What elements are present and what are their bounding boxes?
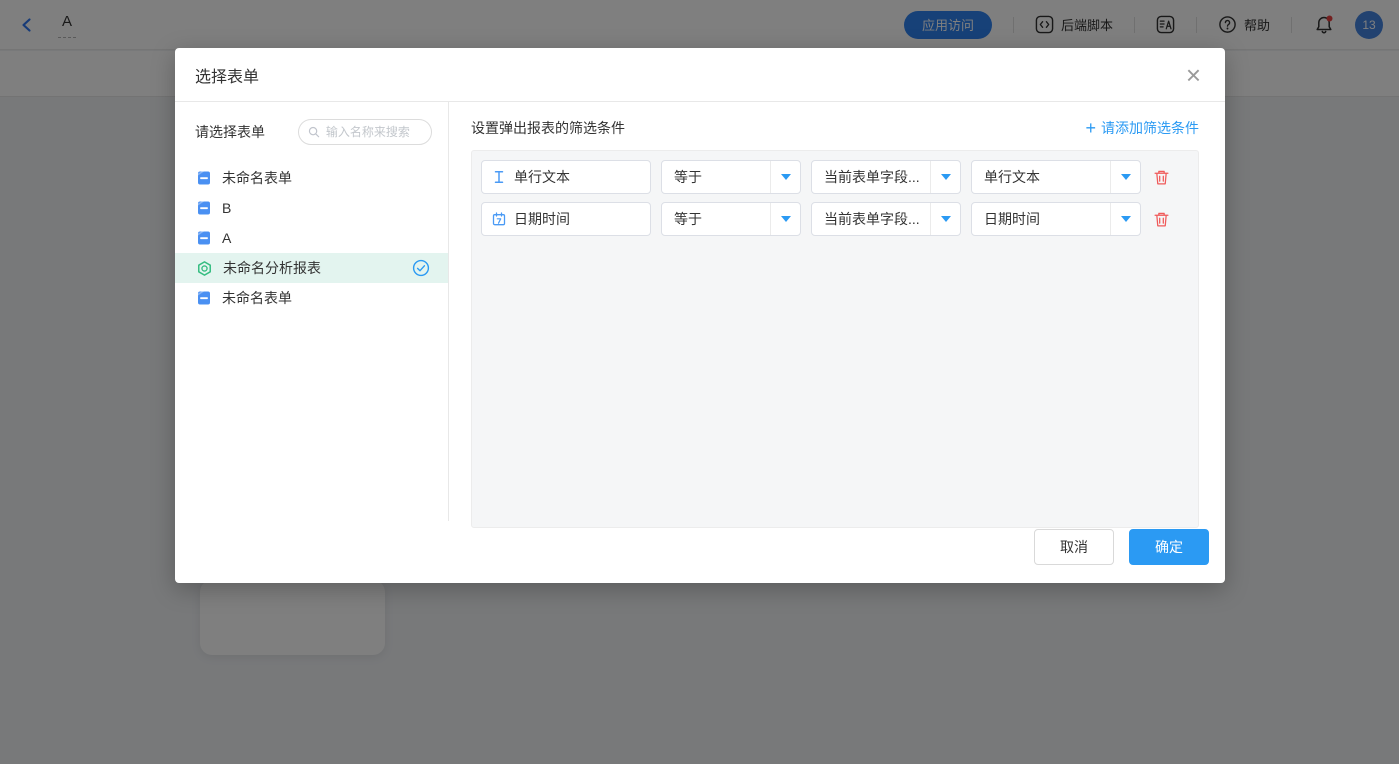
- trash-icon: [1153, 169, 1170, 186]
- list-item-form[interactable]: 未命名表单: [175, 163, 448, 193]
- sidebar-label: 请选择表单: [195, 122, 265, 142]
- source-value: 当前表单字段...: [824, 209, 920, 229]
- caret-down-icon: [941, 216, 951, 222]
- operator-dropdown[interactable]: 等于: [661, 160, 801, 194]
- list-item-label: 未命名表单: [222, 288, 292, 308]
- conditions-panel: 单行文本 等于 当前表单字段... 单行文本: [471, 150, 1199, 528]
- value-dropdown[interactable]: 日期时间: [971, 202, 1141, 236]
- form-icon: [196, 200, 212, 216]
- search-input[interactable]: [326, 125, 423, 139]
- field-label: 日期时间: [514, 209, 570, 229]
- operator-dropdown[interactable]: 等于: [661, 202, 801, 236]
- list-item-report-selected[interactable]: 未命名分析报表: [175, 253, 448, 283]
- source-value: 当前表单字段...: [824, 167, 920, 187]
- plus-icon: +: [1085, 121, 1096, 135]
- close-icon[interactable]: ×: [1186, 65, 1201, 85]
- caret-down-icon: [781, 216, 791, 222]
- form-list: 未命名表单 B A: [175, 163, 448, 313]
- list-item-form[interactable]: B: [175, 193, 448, 223]
- caret-down-icon: [941, 174, 951, 180]
- trash-icon: [1153, 211, 1170, 228]
- caret-down-icon: [1121, 174, 1131, 180]
- condition-row: 单行文本 等于 当前表单字段... 单行文本: [481, 160, 1189, 194]
- modal-header: 选择表单 ×: [175, 48, 1225, 102]
- dropdown-caret: [770, 203, 800, 235]
- search-box[interactable]: [298, 119, 432, 145]
- operator-value: 等于: [674, 167, 702, 187]
- delete-condition-button[interactable]: [1151, 209, 1172, 230]
- field-label: 单行文本: [514, 167, 570, 187]
- selected-check-icon: [412, 259, 430, 277]
- dropdown-caret: [930, 203, 960, 235]
- form-icon: [196, 230, 212, 246]
- list-item-label: A: [222, 230, 231, 246]
- source-dropdown[interactable]: 当前表单字段...: [811, 160, 961, 194]
- form-icon: [196, 290, 212, 306]
- list-item-form[interactable]: A: [175, 223, 448, 253]
- search-icon: [308, 125, 320, 139]
- panel-title: 设置弹出报表的筛选条件: [471, 118, 625, 138]
- add-filter-label: 请添加筛选条件: [1101, 118, 1199, 138]
- list-item-label: 未命名分析报表: [223, 258, 321, 278]
- field-input[interactable]: 单行文本: [481, 160, 651, 194]
- calendar-icon: [492, 212, 506, 226]
- report-icon: [196, 260, 213, 277]
- caret-down-icon: [781, 174, 791, 180]
- list-item-label: 未命名表单: [222, 168, 292, 188]
- form-icon: [196, 170, 212, 186]
- dropdown-caret: [770, 161, 800, 193]
- dropdown-caret: [1110, 161, 1140, 193]
- value-value: 单行文本: [984, 167, 1040, 187]
- value-value: 日期时间: [984, 209, 1040, 229]
- dropdown-caret: [930, 161, 960, 193]
- value-dropdown[interactable]: 单行文本: [971, 160, 1141, 194]
- field-input[interactable]: 日期时间: [481, 202, 651, 236]
- modal-title: 选择表单: [195, 63, 259, 87]
- cancel-button[interactable]: 取消: [1034, 529, 1114, 565]
- filter-panel: 设置弹出报表的筛选条件 + 请添加筛选条件 单行文本 等于: [449, 102, 1225, 521]
- source-dropdown[interactable]: 当前表单字段...: [811, 202, 961, 236]
- caret-down-icon: [1121, 216, 1131, 222]
- list-item-label: B: [222, 200, 231, 216]
- confirm-button[interactable]: 确定: [1129, 529, 1209, 565]
- select-form-modal: 选择表单 × 请选择表单: [175, 48, 1225, 583]
- modal-footer: 取消 确定: [175, 521, 1225, 583]
- add-filter-link[interactable]: + 请添加筛选条件: [1085, 118, 1199, 138]
- operator-value: 等于: [674, 209, 702, 229]
- dropdown-caret: [1110, 203, 1140, 235]
- form-list-sidebar: 请选择表单 未命名表单: [175, 102, 449, 521]
- delete-condition-button[interactable]: [1151, 167, 1172, 188]
- condition-row: 日期时间 等于 当前表单字段... 日期时间: [481, 202, 1189, 236]
- text-cursor-icon: [492, 170, 506, 184]
- list-item-form[interactable]: 未命名表单: [175, 283, 448, 313]
